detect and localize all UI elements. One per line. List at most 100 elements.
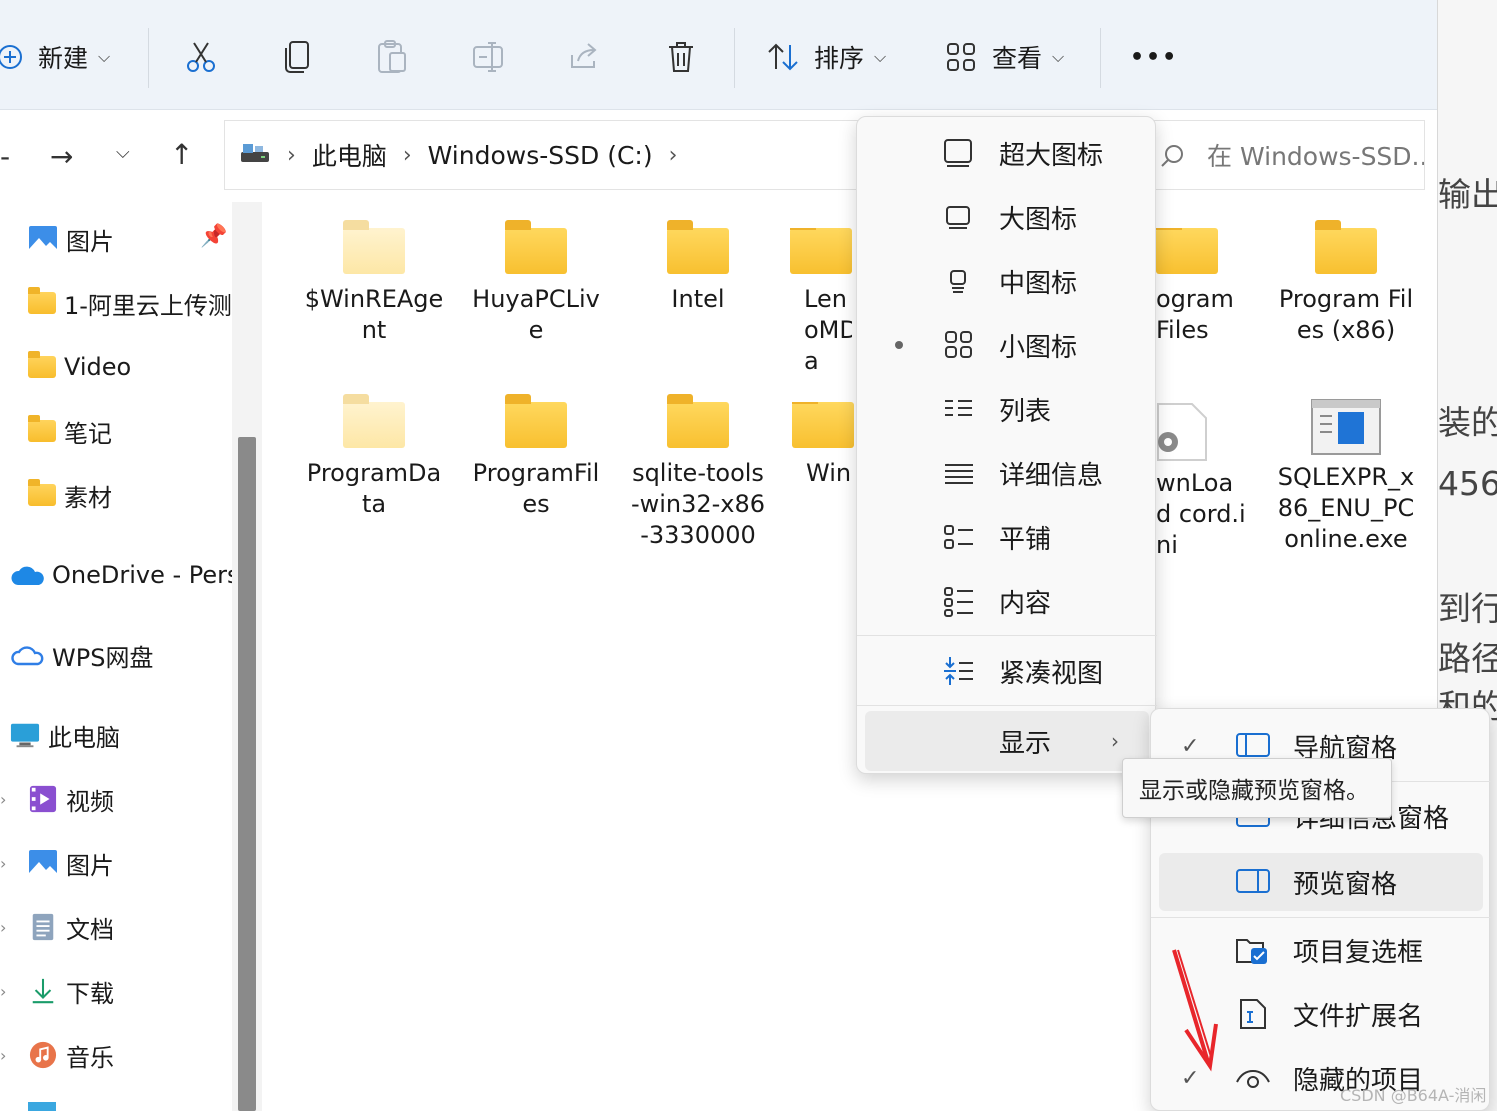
preview-pane-toggle[interactable]: 预览窗格 [1159, 853, 1483, 911]
search-placeholder: 在 Windows-SSD... [1207, 142, 1425, 171]
view-tiles-item[interactable]: 平铺 [857, 507, 1157, 567]
up-arrow-icon[interactable]: ↑ [170, 138, 193, 171]
scrollbar-thumb[interactable] [238, 437, 256, 1111]
view-details-item[interactable]: 详细信息 [857, 443, 1157, 503]
sidebar-item-music[interactable]: 音乐 [28, 1030, 114, 1080]
list-view-icon [945, 400, 972, 416]
file-item[interactable]: SQLEXPR_x86_ENU_PConline.exe [1276, 398, 1416, 555]
cut-button[interactable] [184, 28, 218, 86]
sidebar-item-label: 笔记 [64, 419, 112, 448]
sidebar-item-video-folder[interactable]: Video [28, 342, 131, 392]
recent-locations-chevron-icon[interactable]: ⌵ [116, 142, 130, 163]
view-medium-icons-item[interactable]: 中图标 [857, 251, 1157, 311]
sidebar-item-materials-folder[interactable]: 素材 [28, 470, 112, 520]
file-item[interactable]: Intel [628, 220, 768, 315]
folder-icon [28, 415, 56, 442]
bg-text: 输出 [1438, 175, 1497, 214]
copy-button[interactable] [282, 28, 312, 86]
sidebar-scrollbar[interactable] [232, 202, 262, 1111]
bg-text: 路径 [1438, 639, 1497, 678]
expand-chevron-icon[interactable]: › [0, 982, 6, 1001]
file-item[interactable]: sqlite-tools-win32-x86-3330000 [628, 394, 768, 551]
clipboard-icon [378, 40, 406, 73]
folder-icon [667, 394, 729, 448]
copy-icon [285, 41, 309, 73]
menu-item-label: 中图标 [999, 268, 1078, 299]
breadcrumb-drive[interactable]: Windows-SSD (C:) [428, 141, 653, 170]
menu-item-label: 显示 [999, 728, 1052, 759]
sort-button[interactable]: 排序 ⌵ [766, 28, 886, 86]
file-item[interactable]: LenoMDa [790, 228, 852, 377]
grid-view-icon [947, 43, 975, 71]
sidebar-item-downloads[interactable]: 下载 [28, 966, 114, 1016]
file-item[interactable]: Win [790, 402, 856, 489]
search-input[interactable]: 在 Windows-SSD... [1150, 120, 1425, 190]
extra-large-icons-icon [944, 139, 972, 167]
sort-label: 排序 [814, 44, 865, 73]
breadcrumb-this-pc[interactable]: 此电脑 [312, 137, 387, 173]
view-extra-large-icons-item[interactable]: 超大图标 [857, 123, 1157, 183]
sidebar-item-label: 素材 [64, 483, 112, 512]
view-content-item[interactable]: 内容 [857, 571, 1157, 631]
menu-item-label: 平铺 [999, 524, 1052, 555]
menu-item-label: 项目复选框 [1293, 937, 1424, 968]
sidebar-item-aliyun-folder[interactable]: 1-阿里云上传测 [28, 278, 232, 328]
breadcrumb-separator-icon: › [287, 142, 296, 168]
file-item[interactable]: ogram Files [1156, 228, 1242, 346]
sidebar-item-documents[interactable]: 文档 [28, 902, 114, 952]
file-item[interactable]: ProgramFiles [466, 394, 606, 520]
file-item[interactable]: wnLoad cord.ini [1156, 402, 1246, 561]
navigation-pane: 图片 📌 1-阿里云上传测 Video 笔记 素材 OneDrive - Per… [0, 202, 232, 1111]
expand-chevron-icon[interactable]: › [0, 918, 6, 937]
toolbar-divider [734, 28, 735, 88]
file-item[interactable]: ProgramData [304, 394, 444, 520]
delete-button[interactable] [666, 28, 696, 86]
sidebar-item-pictures-quick[interactable]: 图片 [28, 214, 114, 264]
view-list-item[interactable]: 列表 [857, 379, 1157, 439]
compact-view-item[interactable]: 紧凑视图 [857, 641, 1157, 701]
file-name: SQLEXPR_x86_ENU_PConline.exe [1277, 463, 1415, 553]
file-name: HuyaPCLive [472, 285, 600, 344]
file-name: LenoMDa [804, 285, 852, 375]
sidebar-item-label: 1-阿里云上传测 [64, 291, 232, 320]
sidebar-item-notes-folder[interactable]: 笔记 [28, 406, 112, 456]
expand-chevron-icon[interactable]: › [0, 790, 6, 809]
more-options-button[interactable]: ••• [1130, 28, 1178, 86]
sidebar-item-label: 图片 [66, 227, 114, 256]
address-bar[interactable]: › 此电脑 › Windows-SSD (C:) › [224, 120, 864, 190]
back-arrow-icon[interactable]: - [0, 140, 10, 173]
sidebar-item-videos[interactable]: 视频 [28, 774, 114, 824]
sidebar-item-onedrive[interactable]: OneDrive - Pers [10, 550, 232, 600]
menu-divider [857, 705, 1157, 706]
file-name: wnLoad cord.ini [1156, 469, 1246, 559]
share-button[interactable] [568, 28, 602, 86]
view-button[interactable]: 查看 ⌵ [946, 28, 1064, 86]
breadcrumb-separator-icon: › [668, 142, 678, 168]
preview-pane-icon [1236, 869, 1270, 893]
expand-chevron-icon[interactable]: › [0, 1046, 6, 1065]
watermark: CSDN @B64A-消闲 [1340, 1086, 1487, 1105]
file-item[interactable]: Program Files (x86) [1276, 220, 1416, 346]
sidebar-item-label: OneDrive - Pers [52, 561, 232, 589]
new-button[interactable]: 新建 ⌵ [0, 28, 110, 86]
view-small-icons-item[interactable]: 小图标 [857, 315, 1157, 375]
share-icon [571, 43, 597, 68]
rename-button[interactable] [472, 28, 508, 86]
sidebar-item-pictures[interactable]: 图片 [28, 838, 114, 888]
folder-icon [343, 394, 405, 448]
menu-item-label: 内容 [999, 588, 1052, 619]
expand-chevron-icon[interactable]: › [0, 854, 6, 873]
bg-text: 456\ [1438, 464, 1497, 503]
show-submenu-item[interactable]: 显示 › [865, 711, 1149, 771]
file-item[interactable]: HuyaPCLive [466, 220, 606, 346]
file-item[interactable]: $WinREAgent [304, 220, 444, 346]
forward-arrow-icon[interactable]: → [50, 140, 73, 173]
pin-icon[interactable]: 📌 [200, 224, 227, 249]
sidebar-item-wps-drive[interactable]: WPS网盘 [10, 630, 153, 680]
sidebar-item-label: 图片 [66, 851, 114, 880]
sidebar-item-label: 视频 [66, 787, 114, 816]
paste-button[interactable] [376, 28, 408, 86]
view-large-icons-item[interactable]: 大图标 [857, 187, 1157, 247]
sidebar-item-this-pc[interactable]: 此电脑 [10, 710, 120, 760]
view-label: 查看 [992, 44, 1043, 73]
